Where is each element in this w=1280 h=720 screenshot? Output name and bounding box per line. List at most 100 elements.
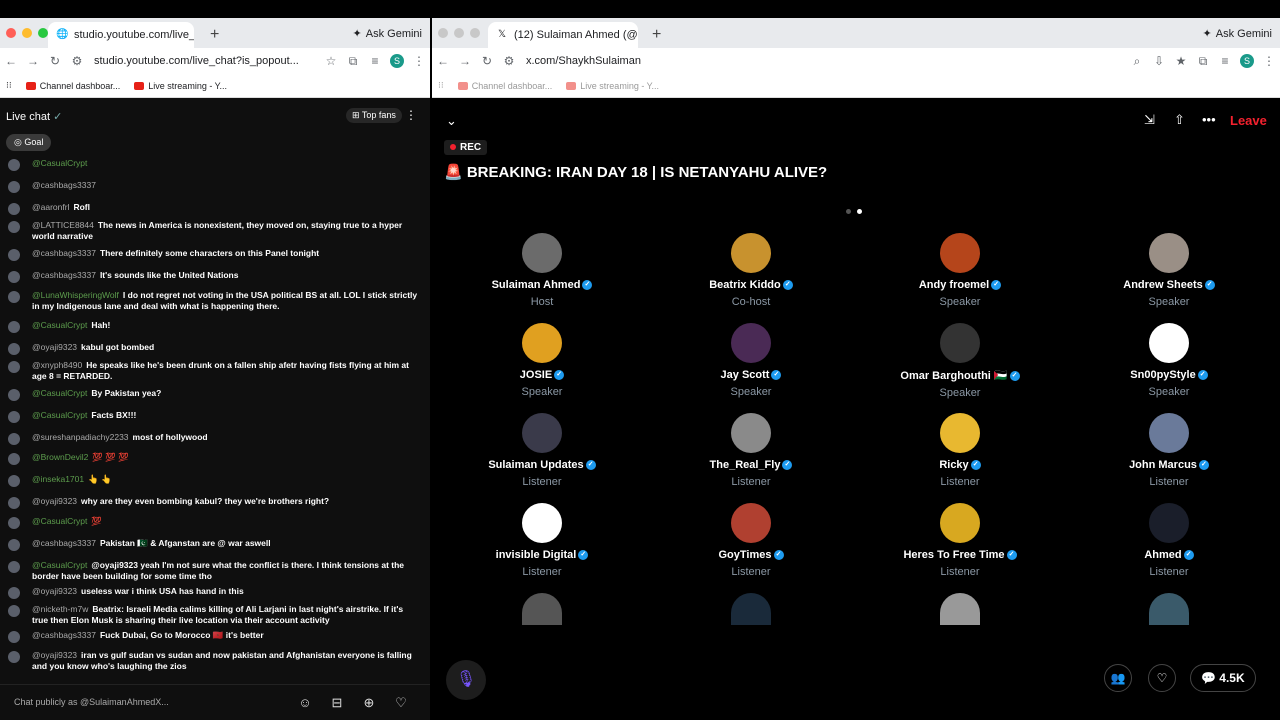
goal-button[interactable]: ◎ Goal: [6, 134, 52, 151]
participant-card[interactable]: Omar Barghouthi 🇵🇸 ✓ Speaker: [860, 323, 1060, 399]
chat-author[interactable]: @inseka1701: [32, 474, 84, 484]
chat-title[interactable]: Live chat ✓: [6, 110, 62, 123]
avatar[interactable]: [8, 517, 20, 529]
avatar[interactable]: [8, 249, 20, 261]
chat-author[interactable]: @CasualCrypt: [32, 560, 87, 570]
avatar[interactable]: [8, 291, 20, 303]
bookmark-item[interactable]: Channel dashboar...: [25, 81, 120, 91]
listener-count-button[interactable]: 💬 4.5K: [1190, 664, 1256, 692]
avatar[interactable]: [8, 539, 20, 551]
avatar[interactable]: [8, 361, 20, 373]
participant-card[interactable]: Jay Scott ✓ Speaker: [651, 323, 851, 398]
forward-icon[interactable]: →: [454, 54, 476, 68]
avatar[interactable]: [8, 561, 20, 573]
chat-author[interactable]: @LATTICE8844: [32, 220, 94, 230]
page-dot-active[interactable]: [857, 209, 862, 214]
avatar[interactable]: [8, 221, 20, 233]
chat-author[interactable]: @BrownDevil2: [32, 452, 88, 462]
participant-card[interactable]: Andy froemel ✓ Speaker: [860, 233, 1060, 308]
participant-avatar[interactable]: [731, 503, 771, 543]
participant-avatar[interactable]: [1149, 233, 1189, 273]
close-window-button[interactable]: [438, 28, 448, 38]
chat-author[interactable]: @cashbags3337: [32, 538, 96, 548]
browser-tab[interactable]: 𝕏 (12) Sulaiman Ahmed (@ 🔊 ✕: [488, 22, 638, 48]
participant-card-partial[interactable]: [1069, 593, 1269, 625]
chat-author[interactable]: @nicketh-m7w: [32, 604, 88, 614]
more-icon[interactable]: •••: [1202, 112, 1216, 127]
chat-author[interactable]: @CasualCrypt: [32, 320, 87, 330]
url-field[interactable]: x.com/ShaykhSulaiman: [526, 55, 641, 67]
participant-card-partial[interactable]: [860, 593, 1060, 625]
participant-avatar[interactable]: [1149, 593, 1189, 625]
emoji-icon[interactable]: ☺: [296, 694, 314, 712]
chat-author[interactable]: @sureshanpadiachy2233: [32, 432, 129, 442]
avatar[interactable]: [8, 605, 20, 617]
avatar[interactable]: [8, 343, 20, 355]
participant-card[interactable]: Ahmed ✓ Listener: [1069, 503, 1269, 578]
participant-card[interactable]: Ricky ✓ Listener: [860, 413, 1060, 488]
participant-card-partial[interactable]: [442, 593, 642, 625]
chat-author[interactable]: @cashbags3337: [32, 180, 96, 190]
heart-icon[interactable]: ♡: [392, 694, 410, 712]
chat-author[interactable]: @cashbags3337: [32, 630, 96, 640]
minimize-window-button[interactable]: [22, 28, 32, 38]
chat-author[interactable]: @CasualCrypt: [32, 158, 87, 168]
avatar[interactable]: [8, 651, 20, 663]
participant-avatar[interactable]: [522, 413, 562, 453]
avatar[interactable]: [8, 181, 20, 193]
chat-author[interactable]: @oyaji9323: [32, 586, 77, 596]
site-info-icon[interactable]: ⚙: [498, 54, 520, 68]
menu-icon[interactable]: ⋮: [408, 54, 430, 68]
participant-card[interactable]: Sn00pyStyle ✓ Speaker: [1069, 323, 1269, 398]
install-icon[interactable]: ⇩: [1148, 54, 1170, 68]
extensions-icon[interactable]: ⧉: [1192, 54, 1214, 69]
participant-card[interactable]: Sulaiman Ahmed ✓ Host: [442, 233, 642, 308]
back-icon[interactable]: ←: [0, 54, 22, 68]
chat-menu-icon[interactable]: ⋮: [405, 108, 417, 122]
avatar[interactable]: [8, 389, 20, 401]
people-button[interactable]: 👥: [1104, 664, 1132, 692]
participant-card[interactable]: JOSIE ✓ Speaker: [442, 323, 642, 398]
participant-card[interactable]: Andrew Sheets ✓ Speaker: [1069, 233, 1269, 308]
participant-avatar[interactable]: [731, 323, 771, 363]
bookmark-item[interactable]: Live streaming - Y...: [566, 81, 659, 91]
minimize-window-button[interactable]: [454, 28, 464, 38]
extensions-icon[interactable]: ⧉: [342, 54, 364, 69]
zoom-window-button[interactable]: [38, 28, 48, 38]
add-icon[interactable]: ⊕: [360, 694, 378, 712]
top-fans-button[interactable]: ⊞ Top fans: [346, 108, 402, 123]
participant-avatar[interactable]: [940, 503, 980, 543]
participant-avatar[interactable]: [731, 413, 771, 453]
bookmark-star-icon[interactable]: ★: [1170, 54, 1192, 68]
forward-icon[interactable]: →: [22, 54, 44, 68]
minimize-dock-icon[interactable]: ⇲: [1144, 112, 1155, 128]
reading-list-icon[interactable]: ≡: [364, 54, 386, 68]
avatar[interactable]: [8, 411, 20, 423]
participant-avatar[interactable]: [522, 233, 562, 273]
avatar[interactable]: [8, 497, 20, 509]
menu-icon[interactable]: ⋮: [1258, 54, 1280, 68]
microphone-button[interactable]: 🎙: [446, 660, 486, 700]
react-button[interactable]: ♡: [1148, 664, 1176, 692]
collapse-chevron-icon[interactable]: ⌄: [446, 113, 457, 129]
bookmark-item[interactable]: Live streaming - Y...: [134, 81, 227, 91]
zoom-icon[interactable]: ⌕: [1126, 54, 1148, 69]
chat-author[interactable]: @cashbags3337: [32, 270, 96, 280]
participant-card[interactable]: Heres To Free Time ✓ Listener: [860, 503, 1060, 578]
apps-icon[interactable]: ⁝⁝: [438, 80, 444, 91]
participant-avatar[interactable]: [522, 503, 562, 543]
avatar[interactable]: [8, 587, 20, 599]
ask-gemini-button[interactable]: ✦ Ask Gemini: [353, 27, 422, 41]
chat-author[interactable]: @oyaji9323: [32, 496, 77, 506]
participant-avatar[interactable]: [1149, 323, 1189, 363]
new-tab-button[interactable]: +: [652, 26, 661, 44]
participant-avatar[interactable]: [1149, 413, 1189, 453]
participant-avatar[interactable]: [522, 323, 562, 363]
back-icon[interactable]: ←: [432, 54, 454, 68]
avatar[interactable]: [8, 203, 20, 215]
participant-card[interactable]: The_Real_Fly ✓ Listener: [651, 413, 851, 488]
ask-gemini-button[interactable]: ✦ Ask Gemini: [1203, 27, 1272, 41]
chat-author[interactable]: @CasualCrypt: [32, 388, 87, 398]
participant-avatar[interactable]: [731, 233, 771, 273]
zoom-window-button[interactable]: [470, 28, 480, 38]
